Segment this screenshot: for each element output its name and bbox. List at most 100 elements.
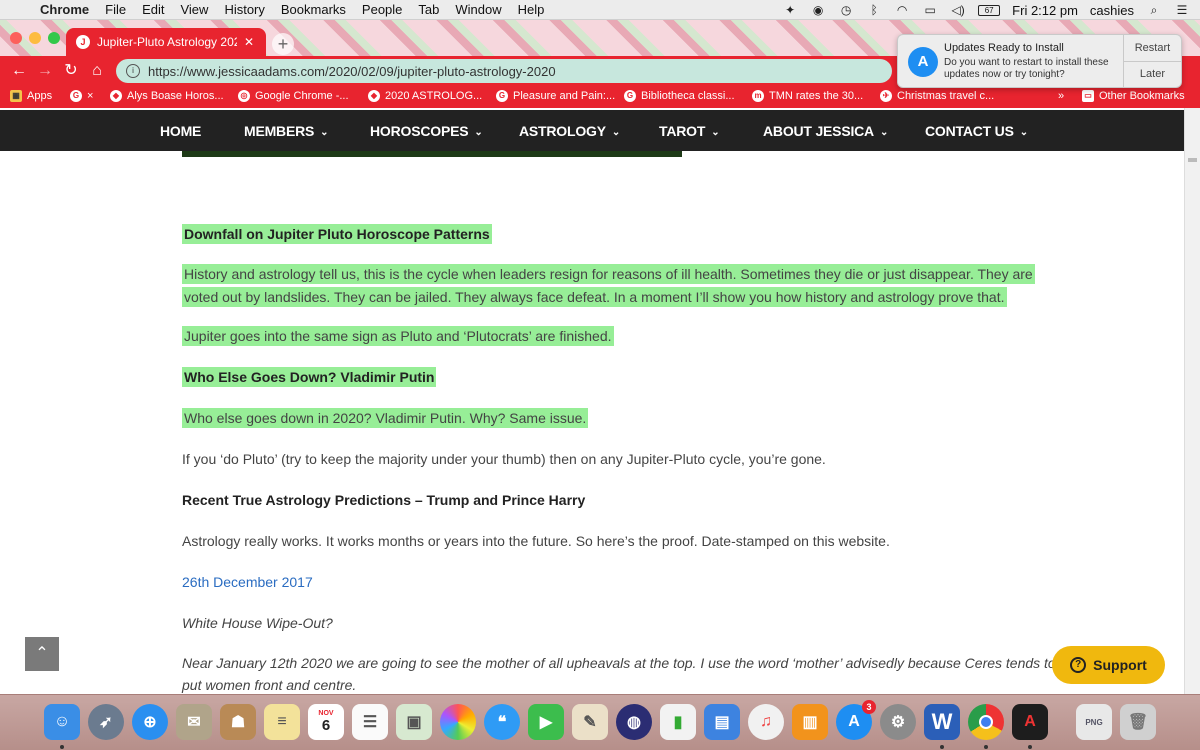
chevron-down-icon: ⌄ xyxy=(611,127,621,138)
reminders-icon[interactable]: ☰ xyxy=(352,704,388,740)
siri-icon[interactable]: ◍ xyxy=(616,704,652,740)
tab-close-icon[interactable]: ✕ xyxy=(244,35,254,49)
eye-icon[interactable]: ◉ xyxy=(810,4,826,16)
tab-jupiter-pluto[interactable]: J Jupiter-Pluto Astrology 2020 | ✕ xyxy=(66,28,266,56)
acrobat-icon[interactable]: A xyxy=(1012,704,1048,740)
menu-help[interactable]: Help xyxy=(518,2,545,17)
time-machine-icon[interactable]: ◷ xyxy=(838,4,854,16)
article-paragraph: Who else goes down in 2020? Vladimir Put… xyxy=(182,407,589,430)
messages-icon[interactable]: ❝ xyxy=(484,704,520,740)
facetime-icon[interactable]: ▶ xyxy=(528,704,564,740)
menu-edit[interactable]: Edit xyxy=(142,2,164,17)
nav-tarot[interactable]: TAROT ⌄ xyxy=(659,123,720,139)
nav-home[interactable]: HOME xyxy=(160,123,201,139)
dropbox-icon[interactable]: ✦ xyxy=(782,4,798,16)
contacts-icon[interactable]: ☗ xyxy=(220,704,256,740)
back-button[interactable]: ← xyxy=(6,58,32,84)
nav-about-jessica[interactable]: ABOUT JESSICA ⌄ xyxy=(763,123,888,139)
wifi-icon[interactable]: ◠ xyxy=(894,4,910,16)
numbers-icon[interactable]: ▮ xyxy=(660,704,696,740)
system-preferences-icon[interactable]: ⚙ xyxy=(880,704,916,740)
article-heading-predictions: Recent True Astrology Predictions – Trum… xyxy=(182,492,586,508)
bookmark-alys-boase[interactable]: ◆ Alys Boase Horos... xyxy=(110,90,224,102)
trash-icon[interactable]: 🗑 xyxy=(1120,704,1156,740)
nav-members[interactable]: MEMBERS ⌄ xyxy=(244,123,329,139)
menu-view[interactable]: View xyxy=(180,2,208,17)
photos-icon[interactable] xyxy=(440,704,476,740)
airplay-icon[interactable]: ▭ xyxy=(922,4,938,16)
site-info-icon[interactable]: i xyxy=(126,64,140,78)
spotlight-search-icon[interactable]: ⌕ xyxy=(1146,4,1162,16)
menu-tab[interactable]: Tab xyxy=(418,2,439,17)
notification-center-icon[interactable]: ☰ xyxy=(1174,4,1190,16)
bookmark-pleasure-pain[interactable]: G Pleasure and Pain:... xyxy=(496,90,615,102)
zoom-window-icon[interactable] xyxy=(48,32,60,44)
safari-icon[interactable]: ⊕ xyxy=(132,704,168,740)
article-paragraph: Jupiter goes into the same sign as Pluto… xyxy=(182,325,614,348)
bookmark-christmas-travel[interactable]: ✈ Christmas travel c... xyxy=(880,90,994,102)
bookmark-label: Other Bookmarks xyxy=(1099,90,1185,102)
bookmark-google-x[interactable]: G × xyxy=(70,90,93,102)
books-icon[interactable]: ▥ xyxy=(792,704,828,740)
new-tab-button[interactable]: + xyxy=(272,33,294,55)
menu-history[interactable]: History xyxy=(224,2,264,17)
word-letter: W xyxy=(931,709,953,734)
keynote-icon[interactable]: ▤ xyxy=(704,704,740,740)
support-button[interactable]: ? Support xyxy=(1052,646,1165,684)
pages-icon[interactable]: ✎ xyxy=(572,704,608,740)
more-bookmarks-button[interactable]: » xyxy=(1058,90,1064,102)
scrollbar-thumb[interactable] xyxy=(1188,158,1197,162)
restart-button[interactable]: Restart xyxy=(1124,35,1181,61)
nav-label: ABOUT JESSICA xyxy=(763,123,874,139)
nav-label: TAROT xyxy=(659,123,706,139)
calendar-icon[interactable]: NOV 6 xyxy=(308,704,344,740)
minimize-window-icon[interactable] xyxy=(29,32,41,44)
png-file-icon[interactable]: PNG xyxy=(1076,704,1112,740)
chevron-down-icon: ⌄ xyxy=(879,127,889,138)
menu-app-name[interactable]: Chrome xyxy=(40,2,89,17)
preview-icon[interactable]: ▣ xyxy=(396,704,432,740)
site-favicon-icon: ✈ xyxy=(880,90,892,102)
running-indicator xyxy=(1028,745,1032,749)
menu-people[interactable]: People xyxy=(362,2,402,17)
other-bookmarks-folder[interactable]: ▭ Other Bookmarks xyxy=(1082,90,1185,102)
mail-icon[interactable]: ✉ xyxy=(176,704,212,740)
date-link[interactable]: 26th December 2017 xyxy=(182,571,313,594)
notification-text: Updates Ready to Install Do you want to … xyxy=(944,35,1123,87)
nav-astrology[interactable]: ASTROLOGY ⌄ xyxy=(519,123,620,139)
forward-button[interactable]: → xyxy=(32,58,58,84)
google-icon: G xyxy=(624,90,636,102)
volume-icon[interactable]: ◁) xyxy=(950,4,966,16)
notes-icon[interactable]: ≡ xyxy=(264,704,300,740)
battery-icon[interactable]: 67 xyxy=(978,4,1001,16)
bookmark-bibliotheca[interactable]: G Bibliotheca classi... xyxy=(624,90,735,102)
nav-contact-us[interactable]: CONTACT US ⌄ xyxy=(925,123,1028,139)
reload-button[interactable]: ↻ xyxy=(58,58,84,84)
address-bar[interactable]: i https://www.jessicaadams.com/2020/02/0… xyxy=(116,59,892,83)
menu-bar-clock[interactable]: Fri 2:12 pm xyxy=(1012,3,1078,18)
menu-window[interactable]: Window xyxy=(455,2,501,17)
bookmark-apps[interactable]: ▦ Apps xyxy=(10,90,52,102)
macos-menu-bar: Chrome File Edit View History Bookmarks … xyxy=(0,0,1200,20)
quote-paragraph: Near January 12th 2020 we are going to s… xyxy=(182,655,1056,671)
finder-icon[interactable]: ☺ xyxy=(44,704,80,740)
microsoft-word-icon[interactable]: W xyxy=(924,704,960,740)
close-window-icon[interactable] xyxy=(10,32,22,44)
google-chrome-icon[interactable] xyxy=(968,704,1004,740)
app-store-icon[interactable]: A3 xyxy=(836,700,876,740)
bookmark-2020-astrolog[interactable]: ◆ 2020 ASTROLOG... xyxy=(368,90,482,102)
home-button[interactable]: ⌂ xyxy=(84,58,110,84)
bluetooth-icon[interactable]: ᛒ xyxy=(866,4,882,16)
launchpad-icon[interactable]: ➶ xyxy=(88,704,124,740)
later-button[interactable]: Later xyxy=(1123,60,1181,88)
itunes-icon[interactable]: ♫ xyxy=(748,704,784,740)
menu-bookmarks[interactable]: Bookmarks xyxy=(281,2,346,17)
menu-bar-user[interactable]: cashies xyxy=(1090,3,1134,18)
bookmark-google-chrome[interactable]: ◎ Google Chrome -... xyxy=(238,90,349,102)
menu-file[interactable]: File xyxy=(105,2,126,17)
back-to-top-button[interactable]: ⌃ xyxy=(25,637,59,671)
page-scrollbar[interactable] xyxy=(1184,108,1200,694)
chevron-up-icon: ⌃ xyxy=(35,645,49,662)
bookmark-tmn-rates[interactable]: m TMN rates the 30... xyxy=(752,90,863,102)
nav-horoscopes[interactable]: HOROSCOPES ⌄ xyxy=(370,123,483,139)
